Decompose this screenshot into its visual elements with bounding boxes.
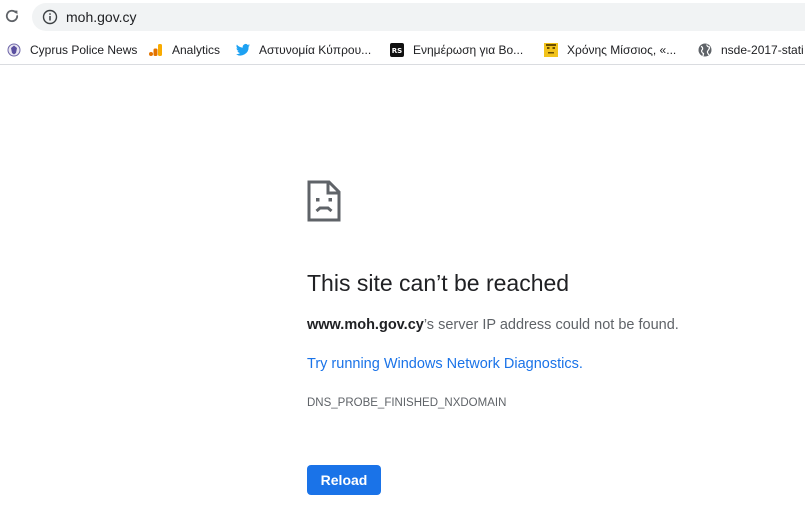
bookmark-enimerosi[interactable]: RS Ενημέρωση για Βο... bbox=[389, 40, 523, 60]
error-message: www.moh.gov.cy’s server IP address could… bbox=[307, 315, 679, 335]
bookmark-nsde-2017[interactable]: nsde-2017-stati bbox=[697, 40, 804, 60]
diagnostics-line: Try running Windows Network Diagnostics. bbox=[307, 354, 583, 374]
svg-text:RS: RS bbox=[392, 47, 402, 55]
reload-button[interactable]: Reload bbox=[307, 465, 381, 495]
reload-icon bbox=[5, 9, 19, 22]
globe-icon bbox=[698, 43, 712, 57]
bookmark-label: nsde-2017-stati bbox=[721, 43, 804, 57]
omnibox[interactable]: moh.gov.cy bbox=[32, 3, 805, 31]
twitter-icon bbox=[236, 44, 250, 56]
browser-reload-button[interactable] bbox=[2, 5, 22, 27]
bookmark-label: Cyprus Police News bbox=[30, 43, 138, 57]
analytics-icon bbox=[149, 44, 162, 56]
bookmark-cyprus-police-news[interactable]: Cyprus Police News bbox=[6, 40, 137, 60]
info-icon[interactable] bbox=[42, 9, 58, 25]
bookmark-label: Analytics bbox=[172, 43, 221, 57]
diagnostics-suffix: . bbox=[578, 356, 583, 372]
rs-icon: RS bbox=[390, 43, 404, 57]
bookmark-astynomia-kyprou[interactable]: Αστυνομία Κύπρου... bbox=[235, 40, 371, 60]
sad-page-icon bbox=[307, 180, 341, 222]
browser-toolbar: moh.gov.cy bbox=[0, 0, 805, 36]
url-text[interactable]: moh.gov.cy bbox=[66, 8, 137, 26]
face-icon bbox=[544, 43, 558, 57]
bookmark-label: Αστυνομία Κύπρου... bbox=[259, 43, 372, 57]
diagnostics-link[interactable]: Try running Windows Network Diagnostics bbox=[307, 356, 579, 372]
bookmark-label: Ενημέρωση για Βο... bbox=[413, 43, 524, 57]
error-title: This site can’t be reached bbox=[307, 270, 570, 296]
error-host: www.moh.gov.cy bbox=[307, 317, 424, 333]
police-emblem-icon bbox=[7, 43, 21, 57]
bookmark-chronis-missios[interactable]: Χρόνης Μίσσιος, «... bbox=[543, 40, 676, 60]
bookmark-analytics[interactable]: Analytics bbox=[148, 40, 220, 60]
error-page: This site can’t be reached www.moh.gov.c… bbox=[0, 65, 805, 532]
bookmark-label: Χρόνης Μίσσιος, «... bbox=[567, 43, 677, 57]
error-message-text: ’s server IP address could not be found. bbox=[423, 317, 679, 333]
error-code: DNS_PROBE_FINISHED_NXDOMAIN bbox=[307, 397, 507, 409]
bookmarks-bar: Cyprus Police News Analytics Αστυνομία Κ… bbox=[0, 36, 805, 65]
